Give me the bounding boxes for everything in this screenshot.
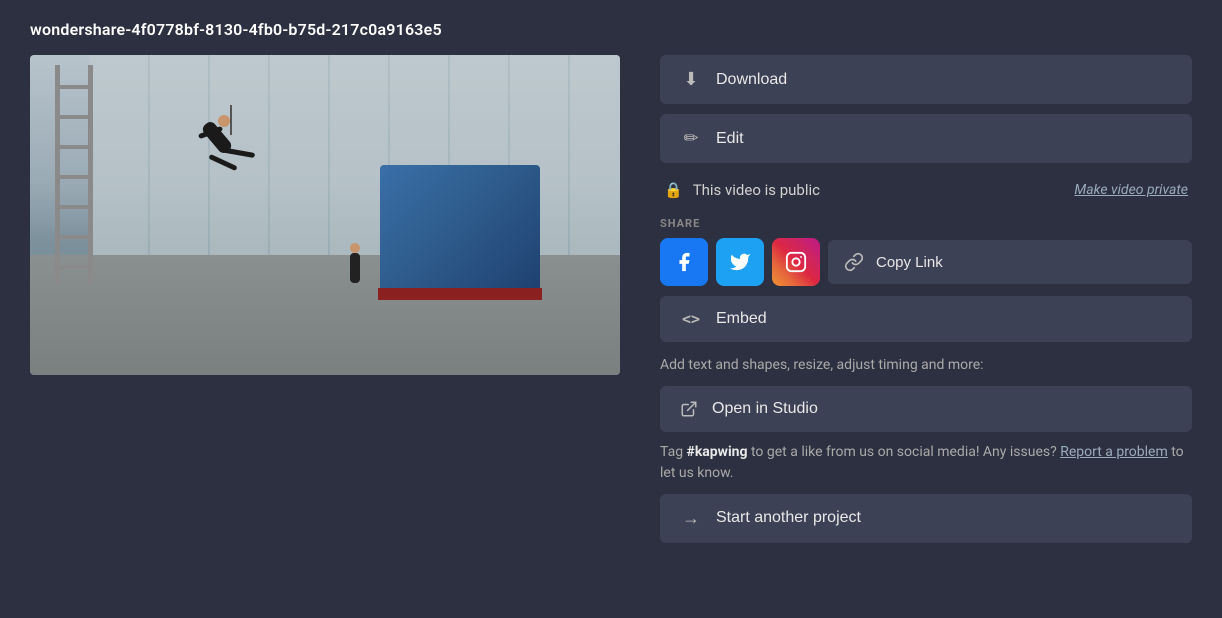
- twitter-button[interactable]: [716, 238, 764, 286]
- facebook-icon: [673, 251, 695, 273]
- make-private-link[interactable]: Make video private: [1074, 182, 1188, 198]
- edit-icon: ✏: [680, 128, 702, 149]
- open-external-icon: [680, 400, 698, 418]
- open-studio-label: Open in Studio: [712, 400, 818, 418]
- report-problem-link[interactable]: Report a problem: [1060, 444, 1168, 460]
- tag-bold: #kapwing: [687, 444, 748, 460]
- instagram-button[interactable]: [772, 238, 820, 286]
- studio-hint-text: Add text and shapes, resize, adjust timi…: [660, 356, 1192, 376]
- tag-text-before: Tag: [660, 444, 687, 460]
- share-section: SHARE: [660, 217, 1192, 286]
- video-thumbnail[interactable]: [30, 55, 620, 375]
- embed-icon: <>: [680, 310, 702, 328]
- arrow-right-icon: →: [680, 508, 702, 529]
- embed-label: Embed: [716, 310, 767, 328]
- twitter-icon: [729, 251, 751, 273]
- start-project-button[interactable]: → Start another project: [660, 494, 1192, 543]
- tag-text-after: to get a like from us on social media! A…: [748, 444, 1057, 460]
- tag-section: Tag #kapwing to get a like from us on so…: [660, 442, 1192, 484]
- link-icon: [844, 252, 864, 272]
- open-studio-button[interactable]: Open in Studio: [660, 386, 1192, 432]
- share-row: Copy Link: [660, 238, 1192, 286]
- gymnast-figure: [190, 105, 270, 205]
- share-label: SHARE: [660, 217, 1192, 230]
- lock-icon: 🔒: [664, 181, 683, 199]
- instagram-icon: [785, 251, 807, 273]
- download-icon: ⬇: [680, 69, 702, 90]
- edit-label: Edit: [716, 130, 744, 148]
- download-label: Download: [716, 71, 787, 89]
- main-content: ⬇ Download ✏ Edit 🔒 This video is public…: [30, 55, 1192, 543]
- privacy-status: 🔒 This video is public: [664, 181, 820, 199]
- embed-button[interactable]: <> Embed: [660, 296, 1192, 342]
- video-scene: [30, 55, 620, 375]
- edit-button[interactable]: ✏ Edit: [660, 114, 1192, 163]
- video-container: [30, 55, 620, 375]
- copy-link-button[interactable]: Copy Link: [828, 240, 1192, 284]
- sidebar: ⬇ Download ✏ Edit 🔒 This video is public…: [660, 55, 1192, 543]
- download-button[interactable]: ⬇ Download: [660, 55, 1192, 104]
- page-title: wondershare-4f0778bf-8130-4fb0-b75d-217c…: [30, 20, 1192, 39]
- facebook-button[interactable]: [660, 238, 708, 286]
- copy-link-label: Copy Link: [876, 254, 943, 271]
- privacy-row: 🔒 This video is public Make video privat…: [660, 173, 1192, 207]
- privacy-status-label: This video is public: [693, 181, 820, 199]
- start-project-label: Start another project: [716, 509, 861, 527]
